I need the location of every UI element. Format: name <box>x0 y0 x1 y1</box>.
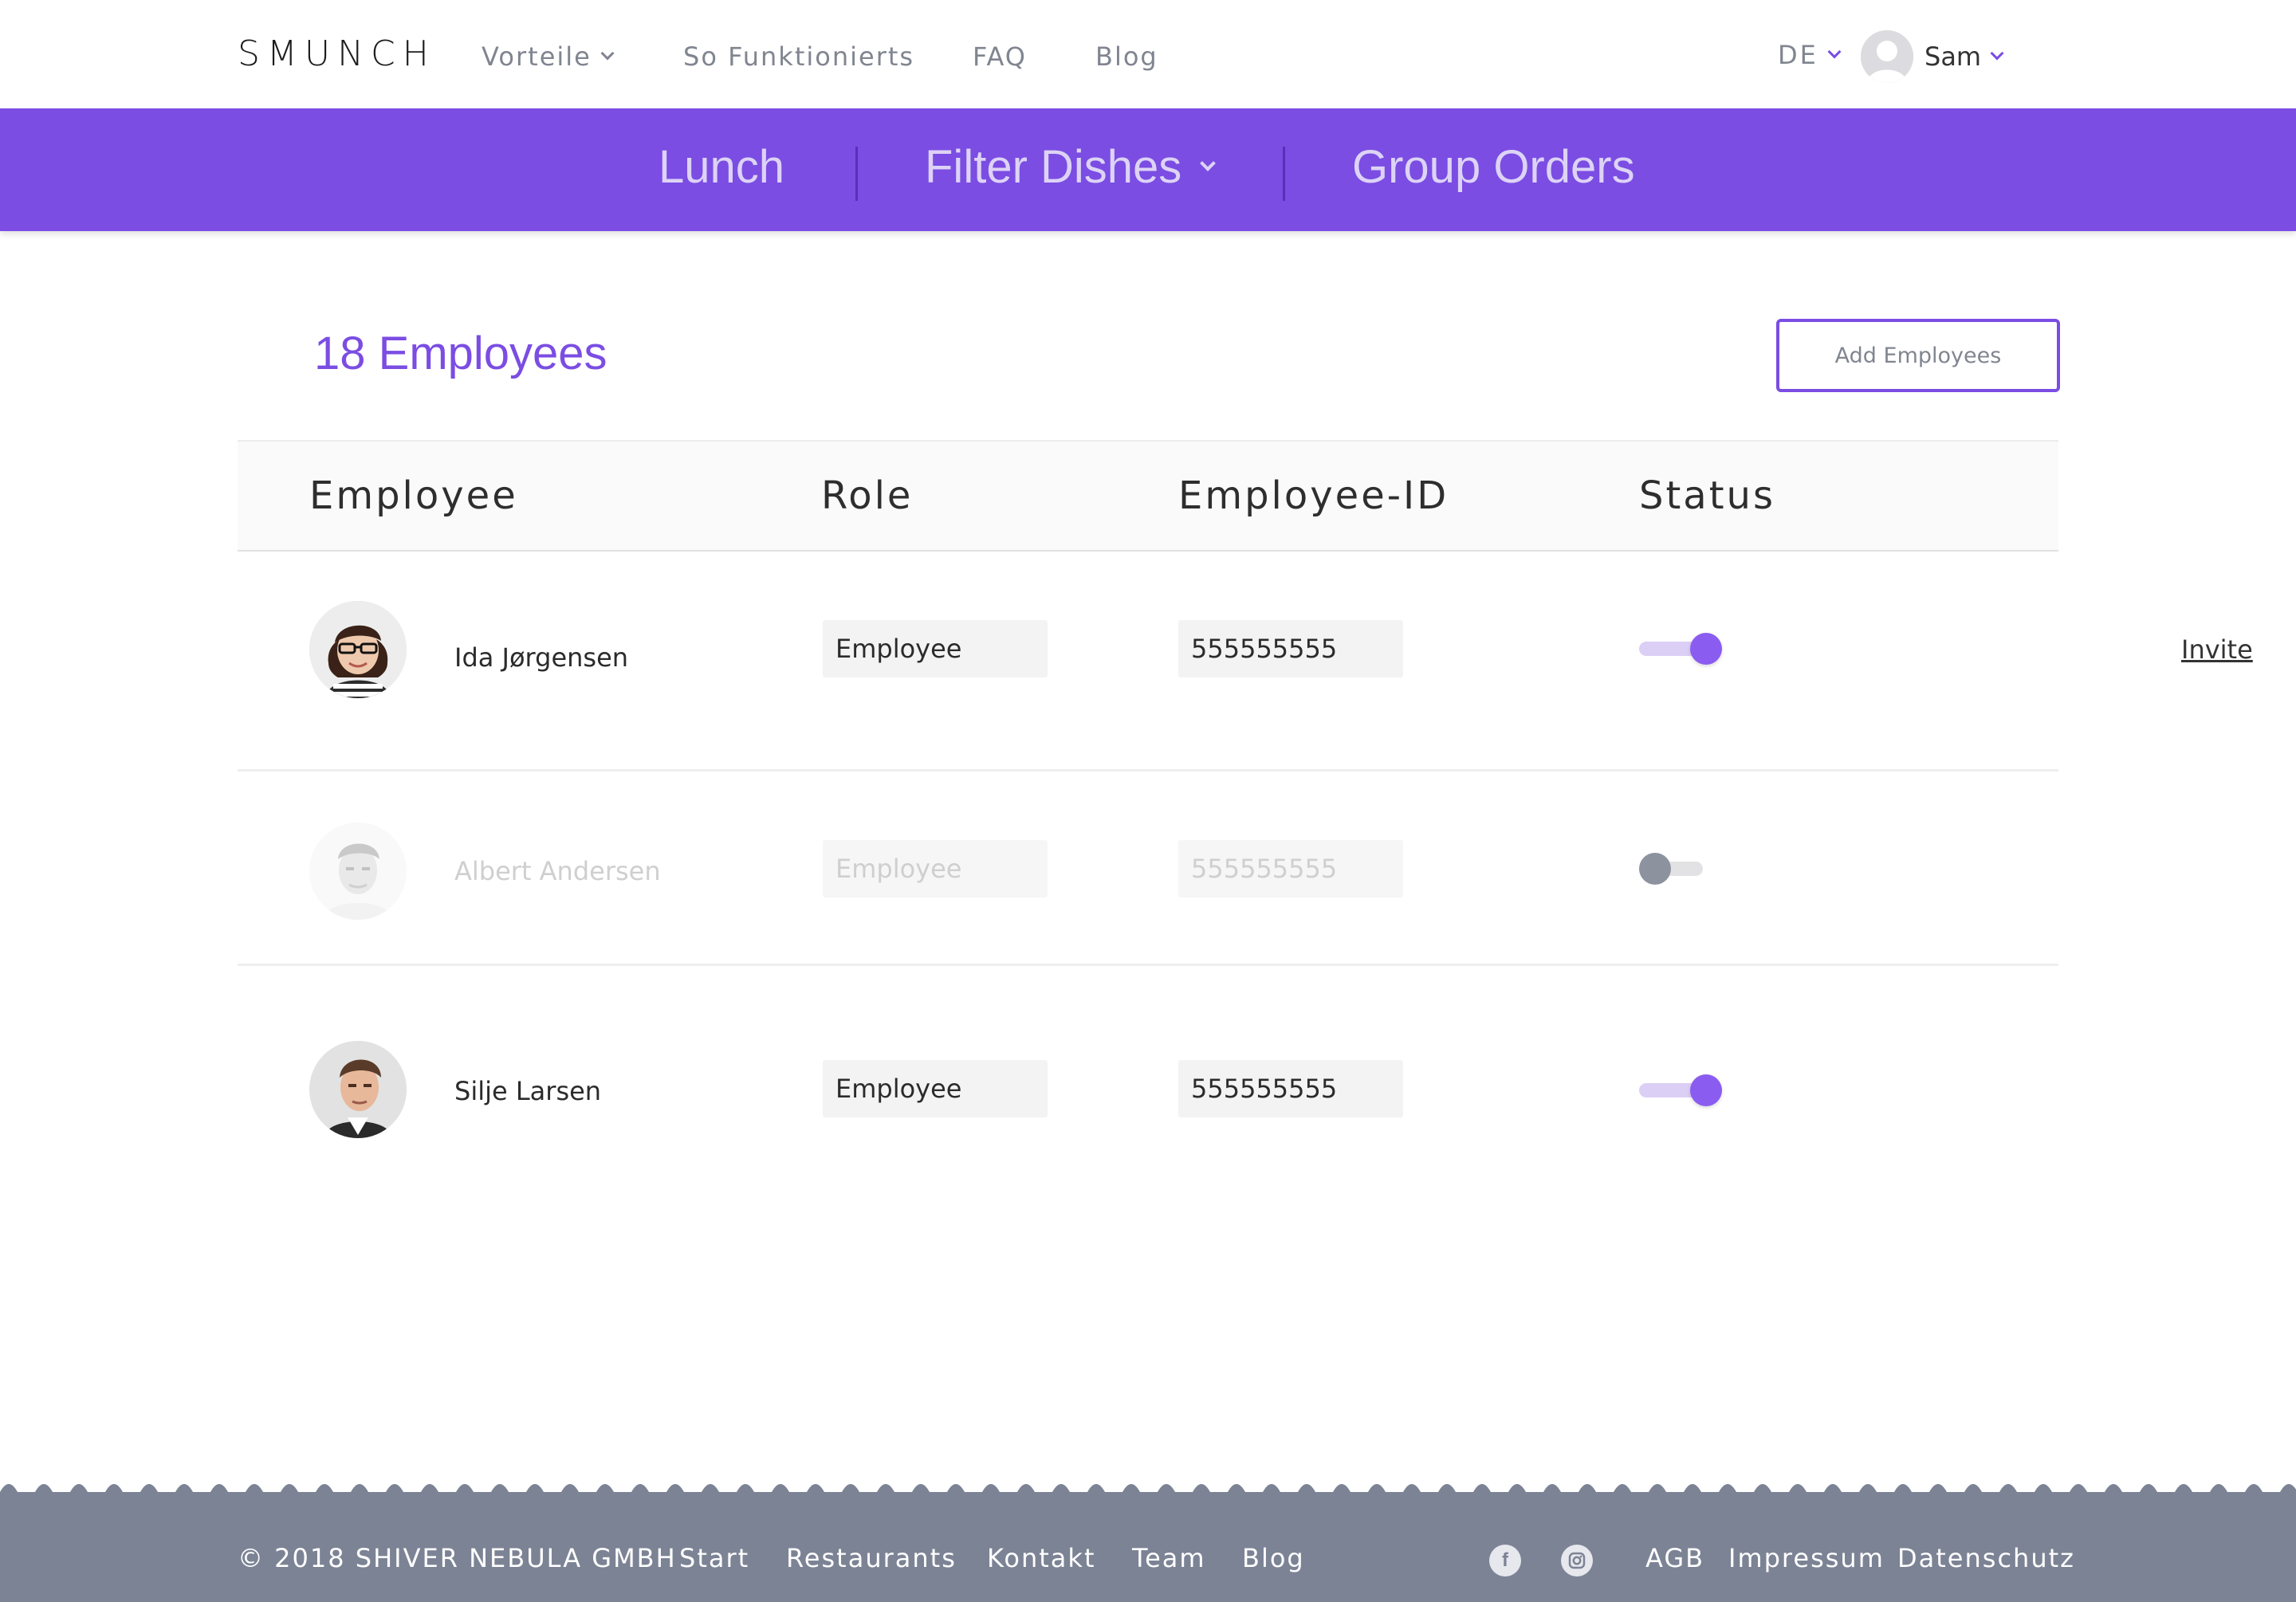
footer-link-start[interactable]: Start <box>679 1543 749 1573</box>
user-name: Sam <box>1924 41 1982 72</box>
employee-count-title: 18 Employees <box>314 328 607 379</box>
subnav-divider <box>855 147 858 201</box>
subnav-label: Group Orders <box>1352 141 1635 193</box>
subnav-label: Lunch <box>659 141 785 193</box>
chevron-down-icon <box>600 46 615 61</box>
column-header-status[interactable]: Status <box>1639 473 1775 518</box>
toggle-knob <box>1690 1074 1722 1106</box>
column-header-role[interactable]: Role <box>821 473 913 518</box>
footer-link-impressum[interactable]: Impressum <box>1728 1543 1885 1573</box>
chevron-down-icon <box>1990 46 2004 61</box>
nav-link-so-funktionierts[interactable]: So Funktionierts <box>683 41 914 72</box>
smunch-logo[interactable]: SMUNCH <box>238 33 436 74</box>
employee-avatar[interactable] <box>309 823 407 920</box>
top-navigation: SMUNCH Vorteile So Funktionierts FAQ Blo… <box>0 0 2296 108</box>
user-avatar[interactable] <box>1861 30 1913 83</box>
role-field[interactable] <box>823 1060 1048 1117</box>
facebook-icon[interactable]: f <box>1489 1545 1521 1576</box>
toggle-knob <box>1639 853 1671 885</box>
person-photo-icon <box>309 1041 407 1138</box>
subnav-lunch[interactable]: Lunch <box>659 140 784 194</box>
toggle-knob <box>1690 633 1722 665</box>
status-toggle[interactable] <box>1639 631 1722 666</box>
user-menu[interactable]: Sam <box>1924 41 2004 72</box>
footer-link-restaurants[interactable]: Restaurants <box>786 1543 957 1573</box>
nav-link-faq[interactable]: FAQ <box>973 41 1027 72</box>
role-field[interactable] <box>823 620 1048 677</box>
person-photo-icon <box>309 601 407 698</box>
footer-link-blog[interactable]: Blog <box>1242 1543 1305 1573</box>
instagram-icon[interactable] <box>1561 1545 1593 1576</box>
footer-link-datenschutz[interactable]: Datenschutz <box>1897 1543 2075 1573</box>
table-row: Albert Andersen <box>238 746 2058 966</box>
subnav-label: Filter Dishes <box>925 141 1182 193</box>
footer-link-agb[interactable]: AGB <box>1645 1543 1704 1573</box>
employee-avatar[interactable] <box>309 1041 407 1138</box>
nav-link-blog[interactable]: Blog <box>1095 41 1158 72</box>
footer-link-kontakt[interactable]: Kontakt <box>987 1543 1095 1573</box>
footer-copyright: © 2018 SHIVER NEBULA GMBH <box>238 1543 677 1573</box>
role-field[interactable] <box>823 840 1048 897</box>
nav-link-label: Vorteile <box>482 41 592 72</box>
chevron-down-icon <box>1827 45 1842 59</box>
employee-id-field[interactable] <box>1178 1060 1403 1117</box>
subnav-divider <box>1283 147 1285 201</box>
table-header: Employee Role Employee-ID Status <box>238 440 2058 552</box>
footer: © 2018 SHIVER NEBULA GMBH Start Restaura… <box>0 1474 2296 1602</box>
nav-link-vorteile[interactable]: Vorteile <box>482 41 615 72</box>
add-employees-button[interactable]: Add Employees <box>1776 319 2060 392</box>
language-label: DE <box>1778 40 1818 70</box>
employee-avatar[interactable] <box>309 601 407 698</box>
footer-bar: © 2018 SHIVER NEBULA GMBH Start Restaura… <box>0 1492 2296 1602</box>
table-row: Silje Larsen <box>238 966 2058 1186</box>
column-header-employee-id[interactable]: Employee-ID <box>1178 473 1449 518</box>
column-header-employee[interactable]: Employee <box>309 473 518 518</box>
employee-id-field[interactable] <box>1178 840 1403 897</box>
status-toggle[interactable] <box>1639 1073 1722 1108</box>
subnav-group-orders[interactable]: Group Orders <box>1352 140 1635 194</box>
nav-link-label: FAQ <box>973 41 1027 72</box>
status-toggle[interactable] <box>1639 851 1722 886</box>
user-silhouette-icon <box>1861 30 1913 83</box>
employee-name: Ida Jørgensen <box>454 642 629 673</box>
chevron-down-icon <box>1200 155 1217 171</box>
language-selector[interactable]: DE <box>1778 40 1842 70</box>
nav-link-label: So Funktionierts <box>683 41 915 72</box>
employee-id-field[interactable] <box>1178 620 1403 677</box>
footer-link-team[interactable]: Team <box>1132 1543 1206 1573</box>
nav-link-label: Blog <box>1095 41 1158 72</box>
section-navigation: Lunch Filter Dishes Group Orders <box>0 108 2296 231</box>
person-photo-icon <box>309 823 407 920</box>
employee-name: Albert Andersen <box>454 856 661 886</box>
table-row: Ida Jørgensen Invite <box>238 552 2253 772</box>
invite-link[interactable]: Invite <box>2181 634 2253 665</box>
subnav-filter-dishes[interactable]: Filter Dishes <box>925 140 1217 194</box>
employee-name: Silje Larsen <box>454 1076 602 1106</box>
instagram-glyph-icon <box>1568 1552 1586 1569</box>
